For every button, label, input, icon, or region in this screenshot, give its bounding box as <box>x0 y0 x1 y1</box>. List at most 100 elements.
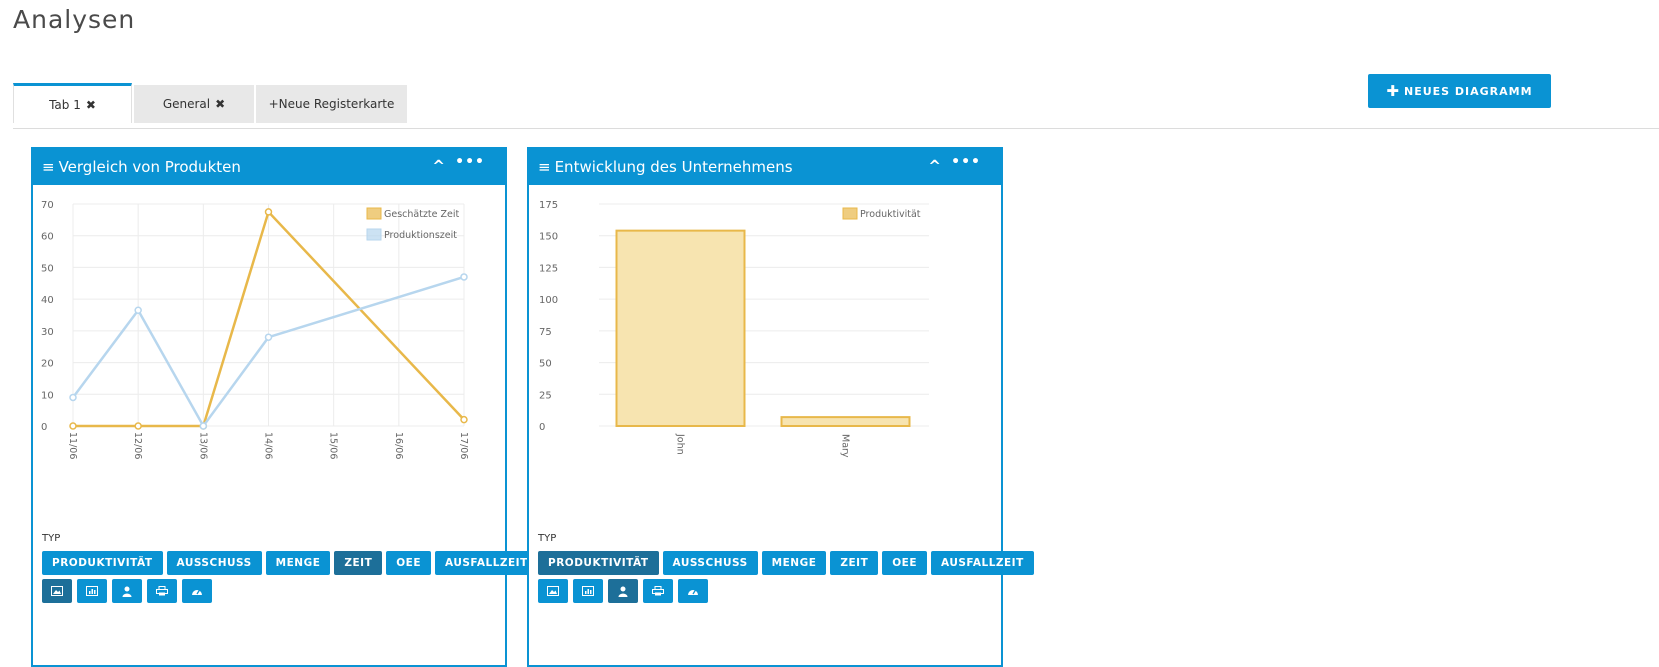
legend-label: Geschätzte Zeit <box>384 209 460 220</box>
image-icon <box>547 586 559 596</box>
y-tick-label: 50 <box>539 359 552 370</box>
new-chart-button[interactable]: ✚ NEUES DIAGRAMM <box>1368 74 1551 108</box>
y-tick-label: 175 <box>539 200 558 211</box>
printer-icon <box>652 586 664 596</box>
y-tick-label: 150 <box>539 232 558 243</box>
menu-icon[interactable]: ≡ <box>42 158 55 176</box>
type-button-produktivit-t[interactable]: PRODUKTIVITÄT <box>538 551 659 575</box>
legend-label: Produktionszeit <box>384 230 457 241</box>
y-tick-label: 50 <box>41 263 54 274</box>
type-button-zeit[interactable]: ZEIT <box>830 551 879 575</box>
y-tick-label: 70 <box>41 200 54 211</box>
type-button-row: PRODUKTIVITÄT AUSSCHUSS MENGE ZEIT OEE AUSFAL… <box>42 551 538 575</box>
data-point <box>264 333 273 341</box>
tab-label: Tab 1 <box>49 97 81 112</box>
bar-chart-svg: 0 25 50 75 100 125 150 175 John Mary Produktivität <box>539 200 929 458</box>
x-tick-label: 16/06 <box>393 432 404 459</box>
type-button-zeit[interactable]: ZEIT <box>334 551 383 575</box>
close-icon[interactable]: ✖ <box>86 98 96 112</box>
collapse-icon[interactable]: ^ <box>928 157 941 175</box>
bar-chart: 0 25 50 75 100 125 150 175 John Mary Produktivität <box>529 187 1001 521</box>
close-icon[interactable]: ✖ <box>215 97 225 111</box>
bar-mary <box>780 416 911 427</box>
tab-tab-1[interactable]: Tab 1 ✖ <box>13 83 132 123</box>
x-tick-label: John <box>675 433 686 455</box>
panel-product-comparison: ≡ Vergleich von Produkten ^ ••• 0 10 20 30 4… <box>31 147 538 667</box>
data-point <box>264 208 273 216</box>
type-button-ausfallzeit[interactable]: AUSFALLZEIT <box>931 551 1034 575</box>
gauge-icon <box>191 586 203 596</box>
type-label: TYP <box>538 533 557 544</box>
x-tick-label: 14/06 <box>263 432 274 459</box>
x-tick-label: 12/06 <box>132 432 143 459</box>
type-button-produktivit-t[interactable]: PRODUKTIVITÄT <box>42 551 163 575</box>
bar-chart-button[interactable] <box>77 579 107 603</box>
y-tick-label: 25 <box>539 390 552 401</box>
gauge-icon <box>687 586 699 596</box>
user-icon <box>618 586 628 597</box>
legend-swatch <box>366 207 382 220</box>
printer-button[interactable] <box>643 579 673 603</box>
data-point <box>134 422 142 430</box>
panel-title: Vergleich von Produkten <box>58 158 241 176</box>
tab-new[interactable]: +Neue Registerkarte <box>256 85 407 123</box>
image-button[interactable] <box>42 579 72 603</box>
bar-chart-icon <box>582 586 594 596</box>
more-options-icon[interactable]: ••• <box>951 154 981 170</box>
type-button-ausschuss[interactable]: AUSSCHUSS <box>662 551 758 575</box>
x-tick-label: 17/06 <box>458 432 469 459</box>
y-tick-label: 75 <box>539 327 552 338</box>
printer-button[interactable] <box>147 579 177 603</box>
bar-john <box>615 229 746 427</box>
data-point <box>199 422 208 430</box>
type-button-ausfallzeit[interactable]: AUSFALLZEIT <box>435 551 538 575</box>
y-tick-label: 0 <box>539 422 545 433</box>
panel-header: ≡ Entwicklung des Unternehmens ^ ••• <box>529 149 1001 185</box>
legend-swatch <box>366 228 382 241</box>
data-point <box>460 273 468 281</box>
x-tick-label: 15/06 <box>328 432 339 459</box>
line-chart: 0 10 20 30 40 50 60 70 11/06 12/06 13/06 14/06 15/06… <box>33 187 505 521</box>
x-tick-label: 11/06 <box>67 432 78 459</box>
y-tick-label: 30 <box>41 327 54 338</box>
image-icon <box>51 586 63 596</box>
more-options-icon[interactable]: ••• <box>455 154 485 170</box>
type-label: TYP <box>42 533 61 544</box>
panel-header: ≡ Vergleich von Produkten ^ ••• <box>33 149 505 185</box>
type-button-row: PRODUKTIVITÄT AUSSCHUSS MENGE ZEIT OEE AUSFAL… <box>538 551 1034 575</box>
legend-label: Produktivität <box>860 209 921 220</box>
new-chart-label: NEUES DIAGRAMM <box>1404 84 1533 98</box>
y-tick-label: 10 <box>41 390 54 401</box>
y-tick-label: 60 <box>41 232 54 243</box>
bar-chart-button[interactable] <box>573 579 603 603</box>
collapse-icon[interactable]: ^ <box>432 157 445 175</box>
data-point <box>134 306 142 314</box>
type-button-oee[interactable]: OEE <box>386 551 432 575</box>
menu-icon[interactable]: ≡ <box>538 158 551 176</box>
data-point <box>69 393 77 402</box>
type-button-ausschuss[interactable]: AUSSCHUSS <box>166 551 262 575</box>
tab-general[interactable]: General ✖ <box>134 85 254 123</box>
y-tick-label: 0 <box>41 422 47 433</box>
line-chart-svg: 0 10 20 30 40 50 60 70 11/06 12/06 13/06 14/06 15/06… <box>41 200 469 459</box>
gauge-button[interactable] <box>678 579 708 603</box>
user-icon <box>122 586 132 597</box>
y-tick-label: 40 <box>41 295 54 306</box>
gauge-button[interactable] <box>182 579 212 603</box>
image-button[interactable] <box>538 579 568 603</box>
data-point <box>460 415 468 424</box>
user-button[interactable] <box>112 579 142 603</box>
icon-button-row <box>538 579 708 603</box>
y-tick-label: 100 <box>539 295 558 306</box>
type-button-menge[interactable]: MENGE <box>761 551 827 575</box>
icon-button-row <box>42 579 212 603</box>
user-button[interactable] <box>608 579 638 603</box>
y-tick-label: 20 <box>41 359 54 370</box>
legend-swatch <box>842 207 858 220</box>
type-button-menge[interactable]: MENGE <box>265 551 331 575</box>
panel-company-development: ≡ Entwicklung des Unternehmens ^ ••• 0 25… <box>527 147 1034 667</box>
x-tick-label: Mary <box>840 434 851 458</box>
bar-chart-icon <box>86 586 98 596</box>
type-button-oee[interactable]: OEE <box>882 551 928 575</box>
tab-label: +Neue Registerkarte <box>268 97 395 111</box>
